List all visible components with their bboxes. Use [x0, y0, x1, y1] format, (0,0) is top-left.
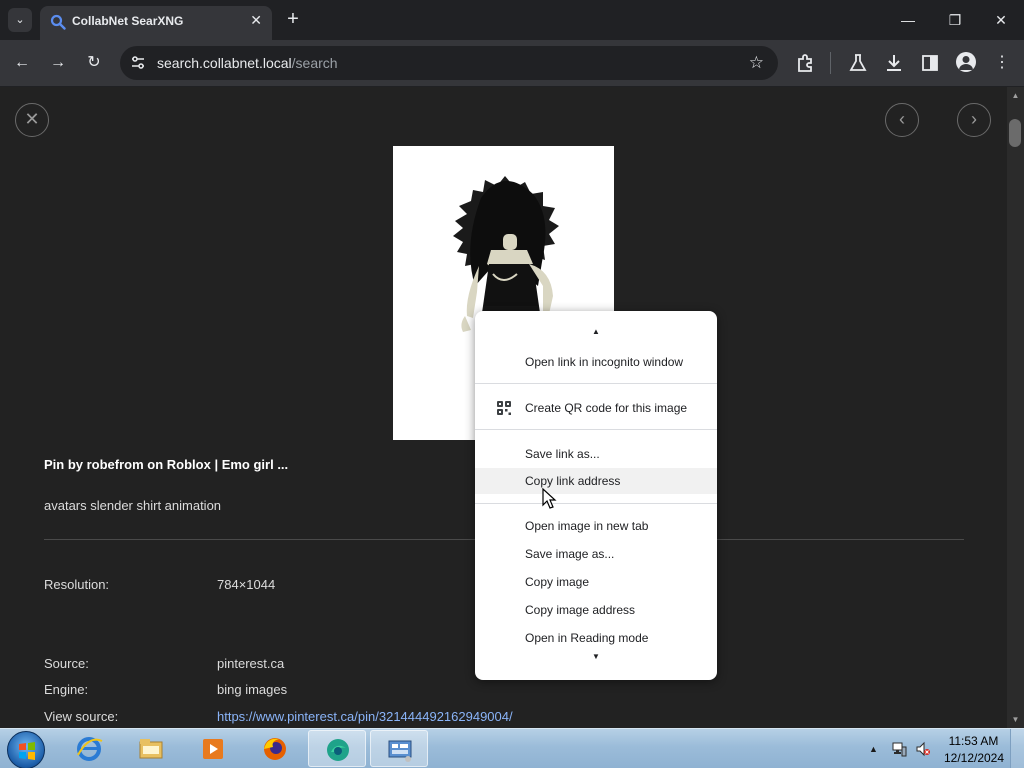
extensions-icon[interactable]	[794, 51, 818, 75]
result-title: Pin by robefrom on Roblox | Emo girl ...	[44, 457, 289, 472]
clock-time[interactable]: 11:53 AM	[946, 734, 1001, 748]
network-icon[interactable]	[891, 741, 907, 757]
menu-copy-image-address[interactable]: Copy image address	[475, 597, 717, 623]
mouse-cursor-icon	[542, 488, 557, 509]
site-info-icon[interactable]	[130, 55, 146, 71]
menu-separator	[475, 429, 717, 430]
next-icon[interactable]: ›	[957, 103, 991, 137]
tab-close-icon[interactable]: ✕	[250, 12, 262, 29]
menu-copy-image[interactable]: Copy image	[475, 569, 717, 595]
tab-title: CollabNet SearXNG	[72, 14, 184, 28]
back-icon[interactable]: ←	[10, 51, 34, 75]
media-player-icon[interactable]	[184, 730, 242, 767]
restore-icon[interactable]: ❐	[940, 6, 970, 34]
taskbar: ▲ 11:53 AM 12/12/2024	[0, 728, 1024, 768]
menu-open-reading-mode[interactable]: Open in Reading mode	[475, 625, 717, 651]
download-icon[interactable]	[882, 51, 906, 75]
edge-icon[interactable]	[308, 730, 366, 767]
menu-icon[interactable]: ⋮	[990, 51, 1014, 75]
active-tab[interactable]: CollabNet SearXNG ✕	[40, 6, 272, 40]
menu-scroll-down-icon[interactable]: ▼	[475, 650, 717, 664]
menu-scroll-up-icon[interactable]: ▲	[475, 325, 717, 339]
menu-separator	[475, 503, 717, 504]
result-description: avatars slender shirt animation	[44, 498, 222, 513]
view-source-label: View source:	[44, 709, 119, 724]
search-favicon	[50, 14, 66, 30]
menu-copy-link-address[interactable]: Copy link address	[475, 468, 717, 494]
menu-open-incognito[interactable]: Open link in incognito window	[475, 349, 717, 375]
reload-icon[interactable]: ↻	[82, 51, 106, 75]
menu-create-qr-label: Create QR code for this image	[525, 401, 688, 415]
source-label: Source:	[44, 656, 89, 671]
new-tab-button[interactable]: +	[282, 8, 304, 30]
menu-save-link-as[interactable]: Save link as...	[475, 441, 717, 467]
url-host: search.collabnet.local	[157, 55, 292, 71]
menu-create-qr[interactable]: Create QR code for this image	[475, 395, 717, 421]
url-text: search.collabnet.local/search	[157, 55, 338, 71]
ie-icon[interactable]	[60, 730, 118, 767]
engine-label: Engine:	[44, 682, 89, 697]
explorer-icon[interactable]	[122, 730, 180, 767]
volume-muted-icon[interactable]	[915, 741, 931, 757]
menu-separator	[475, 383, 717, 384]
window-close-icon[interactable]: ✕	[986, 6, 1016, 34]
labs-icon[interactable]	[846, 51, 870, 75]
menu-open-image-new-tab[interactable]: Open image in new tab	[475, 513, 717, 539]
windows-start-icon[interactable]	[7, 731, 45, 768]
page-scrollbar[interactable]: ▲ ▼	[1007, 87, 1024, 728]
firefox-icon[interactable]	[246, 730, 304, 767]
prev-icon[interactable]: ‹	[885, 103, 919, 137]
show-desktop-button[interactable]	[1010, 729, 1024, 768]
url-path: /search	[291, 55, 338, 71]
toolbar-separator	[830, 52, 831, 74]
profile-icon[interactable]	[956, 52, 976, 72]
close-icon[interactable]: ✕	[15, 103, 49, 137]
scroll-down-icon[interactable]: ▼	[1007, 711, 1024, 728]
context-menu: ▲ Open link in incognito window Create Q…	[475, 311, 717, 680]
resolution-value: 784×1044	[217, 577, 276, 592]
minimize-icon[interactable]: —	[893, 6, 923, 34]
forward-icon[interactable]: →	[46, 51, 70, 75]
qr-code-icon	[497, 401, 511, 415]
address-bar[interactable]: search.collabnet.local/search ☆	[120, 46, 778, 80]
tab-strip: ⌄ CollabNet SearXNG ✕ + — ❐ ✕	[0, 0, 1024, 40]
clock-date[interactable]: 12/12/2024	[940, 751, 1008, 765]
toolbar: ← → ↻ search.collabnet.local/search ☆ ⋮	[0, 40, 1024, 86]
engine-value: bing images	[217, 682, 288, 697]
tray-expand-icon[interactable]: ▲	[869, 741, 885, 757]
scroll-thumb[interactable]	[1009, 119, 1021, 147]
control-panel-icon[interactable]	[370, 730, 428, 767]
source-value: pinterest.ca	[217, 656, 285, 671]
resolution-label: Resolution:	[44, 577, 110, 592]
tab-search-icon[interactable]: ⌄	[8, 8, 32, 32]
star-icon[interactable]: ☆	[749, 53, 764, 73]
scroll-up-icon[interactable]: ▲	[1007, 87, 1024, 104]
menu-save-image-as[interactable]: Save image as...	[475, 541, 717, 567]
side-panel-icon[interactable]	[918, 51, 942, 75]
view-source-link[interactable]: https://www.pinterest.ca/pin/32144449216…	[217, 709, 513, 724]
